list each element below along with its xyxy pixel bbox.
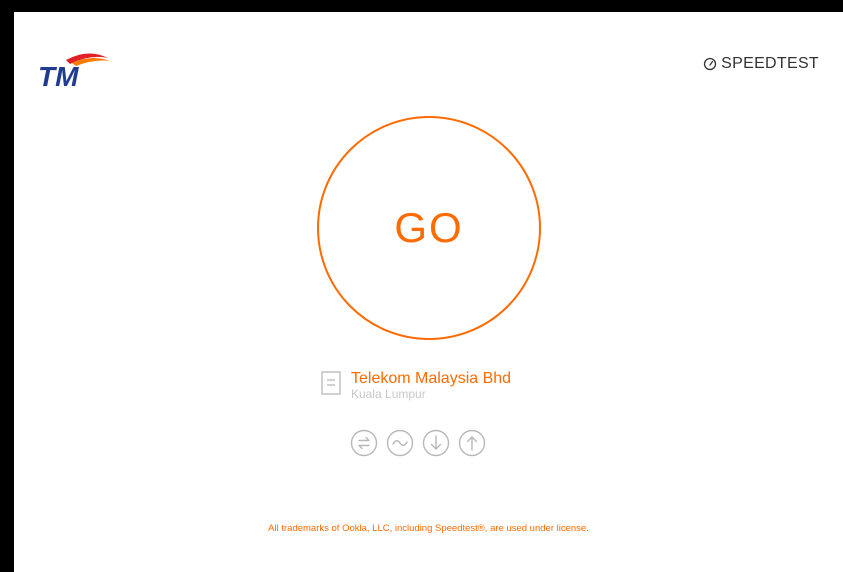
speedtest-brand: SPEEDTEST — [703, 55, 819, 73]
speedtest-gauge-icon — [704, 57, 717, 71]
go-button[interactable]: GO — [317, 116, 541, 340]
jitter-icon — [386, 429, 414, 457]
server-icon — [321, 371, 341, 395]
server-selector[interactable]: Telekom Malaysia Bhd Kuala Lumpur — [321, 370, 511, 402]
go-label: GO — [394, 204, 464, 251]
download-icon — [422, 429, 450, 457]
svg-text:TM: TM — [38, 61, 79, 90]
server-name: Telekom Malaysia Bhd — [351, 370, 512, 387]
speedtest-page: TM SPEEDTEST GO Telekom Malaysia Bhd Kua… — [14, 12, 843, 572]
server-text: Telekom Malaysia Bhd Kuala Lumpur — [351, 370, 511, 402]
tm-logo: TM — [38, 53, 110, 90]
server-location: Kuala Lumpur — [351, 387, 426, 402]
ping-icon — [350, 429, 378, 457]
metric-icons — [350, 429, 486, 457]
speedtest-brand-label: SPEEDTEST — [721, 55, 819, 72]
trademark-notice: All trademarks of Ookla, LLC, including … — [268, 523, 589, 534]
upload-icon — [458, 429, 486, 457]
